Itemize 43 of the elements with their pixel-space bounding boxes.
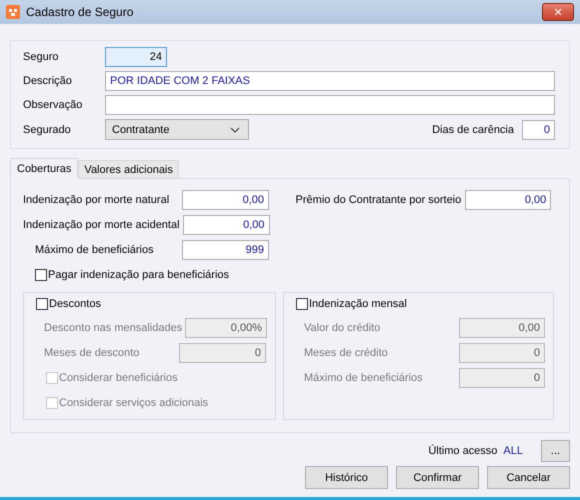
amount-field[interactable]: 0,00 [182, 215, 270, 235]
field-label: Meses de desconto [43, 347, 140, 359]
prize-field[interactable]: 0,00 [465, 190, 552, 210]
field-label: Observação [23, 99, 84, 111]
tab[interactable]: Valores adicionais [78, 160, 179, 179]
last-access-label: Último acesso [428, 445, 498, 457]
field-label: Dias de carência [432, 124, 514, 136]
action-button[interactable]: Confirmar [396, 466, 479, 489]
checkbox[interactable] [296, 298, 308, 310]
description-field[interactable]: POR IDADE COM 2 FAIXAS [105, 71, 555, 91]
grace-days-field[interactable]: 0 [522, 120, 555, 140]
observation-field[interactable] [105, 95, 555, 115]
checkbox[interactable] [35, 269, 47, 281]
seguro-field[interactable]: 24 [105, 47, 167, 67]
app-icon [6, 5, 20, 19]
field-label: Desconto nas mensalidades [43, 322, 182, 334]
field-label: Meses de crédito [303, 347, 389, 359]
action-button[interactable]: Histórico [305, 466, 388, 489]
insured-dropdown[interactable]: Contratante [105, 119, 249, 140]
field-label: Segurado [23, 124, 72, 136]
window-title: Cadastro de Seguro [26, 5, 134, 19]
field-label: Máximo de beneficiários [303, 372, 424, 384]
checkbox-label: Considerar beneficiários [59, 372, 178, 384]
checkbox-label: Descontos [49, 298, 101, 310]
amount-field[interactable]: 999 [182, 240, 269, 260]
field-label: Seguro [23, 51, 60, 63]
close-button[interactable]: ✕ [542, 3, 574, 21]
field-label: Indenização por morte natural [23, 194, 170, 206]
field-label: Máximo de beneficiários [34, 244, 155, 256]
checkbox-label: Pagar indenização para beneficiários [48, 269, 230, 281]
more-button[interactable]: ... [541, 440, 570, 462]
checkbox-label: Indenização mensal [309, 298, 407, 310]
field-label: Indenização por morte acidental [23, 219, 180, 231]
chevron-down-icon [230, 126, 240, 132]
checkbox[interactable] [36, 298, 48, 310]
field-label: Valor do crédito [303, 322, 382, 334]
amount-field[interactable]: 0,00 [182, 190, 269, 210]
action-button[interactable]: Cancelar [487, 466, 570, 489]
checkbox-label: Considerar serviços adicionais [59, 397, 208, 409]
tab[interactable]: Coberturas [10, 158, 78, 179]
field-label: Prêmio do Contratante por sorteio [296, 194, 462, 206]
last-access-value: ALL [503, 445, 523, 457]
field-label: Descrição [23, 75, 73, 87]
